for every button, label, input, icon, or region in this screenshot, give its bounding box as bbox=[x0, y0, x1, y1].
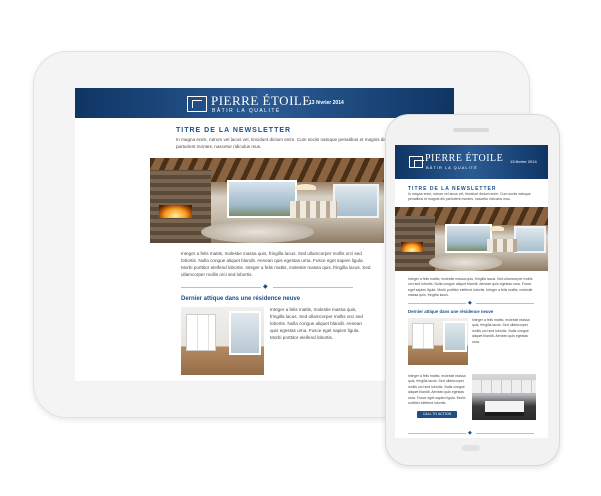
article-text: Integer a felis mattis, molestie massa q… bbox=[408, 277, 533, 298]
intro-text: In magna enim, rutrum vel lacus vel, tin… bbox=[408, 192, 531, 202]
living-room-photo bbox=[395, 207, 548, 271]
section-divider bbox=[408, 303, 466, 304]
section-divider bbox=[181, 287, 261, 288]
apartment-room-photo bbox=[408, 318, 468, 365]
phone-speaker bbox=[453, 128, 489, 132]
section-divider bbox=[273, 287, 353, 288]
section-heading: Dernier attique dans une résidence neuve bbox=[408, 309, 494, 314]
newsletter-header: PIERRE ÉTOILE BÂTIR LA QUALITÉ 13 févrie… bbox=[75, 88, 454, 118]
diamond-divider-icon: ◆ bbox=[468, 300, 472, 306]
kitchen-photo bbox=[472, 374, 536, 420]
kitchen-text: Integer a felis mattis, molestie massa q… bbox=[408, 374, 466, 404]
brand-name: PIERRE ÉTOILE bbox=[211, 93, 311, 108]
section-divider bbox=[408, 433, 466, 434]
brand-name: PIERRE ÉTOILE bbox=[425, 153, 504, 164]
intro-text: In magna enim, rutrum vel lacus vel, tin… bbox=[176, 137, 387, 150]
diamond-divider-icon: ◆ bbox=[468, 430, 472, 436]
brand-tagline: BÂTIR LA QUALITÉ bbox=[212, 108, 281, 114]
header-date: 13 février 2014 bbox=[510, 159, 537, 164]
newsletter-header: PIERRE ÉTOILE BÂTIR LA QUALITÉ 13 févrie… bbox=[395, 145, 548, 179]
brand-tagline: BÂTIR LA QUALITÉ bbox=[426, 165, 478, 170]
phone-home-button[interactable] bbox=[462, 445, 480, 451]
header-date: 13 février 2014 bbox=[309, 100, 344, 106]
section-divider bbox=[476, 303, 534, 304]
section-heading: Dernier attique dans une résidence neuve bbox=[181, 296, 301, 302]
living-room-photo bbox=[150, 158, 384, 243]
section-divider bbox=[476, 433, 534, 434]
apartment-room-photo bbox=[181, 307, 264, 375]
diamond-divider-icon: ◆ bbox=[263, 284, 268, 290]
house-logo-icon bbox=[187, 96, 207, 112]
section-text: Integer a felis mattis, molestie massa q… bbox=[472, 318, 530, 344]
call-to-action-button[interactable]: CALL TO ACTION bbox=[417, 411, 457, 418]
phone-screen: PIERRE ÉTOILE BÂTIR LA QUALITÉ 13 févrie… bbox=[395, 145, 548, 438]
section-text: Integer a felis mattis, molestie massa q… bbox=[270, 307, 363, 341]
newsletter-title: TITRE DE LA NEWSLETTER bbox=[176, 127, 292, 134]
article-text: Integer a felis mattis, molestie massa q… bbox=[181, 251, 371, 278]
house-logo-icon bbox=[409, 156, 424, 168]
